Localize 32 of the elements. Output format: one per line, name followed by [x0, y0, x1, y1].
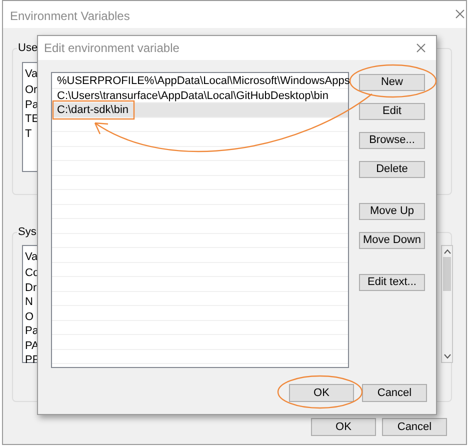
- close-icon[interactable]: [416, 43, 426, 53]
- variable-name[interactable]: Dr: [25, 280, 40, 295]
- variable-name[interactable]: T: [25, 126, 40, 141]
- dialog-button[interactable]: OK: [311, 418, 376, 436]
- close-icon[interactable]: [455, 9, 465, 19]
- side-button[interactable]: Edit text...: [359, 274, 425, 291]
- group-label: Use: [17, 43, 39, 54]
- dialog-button[interactable]: Cancel: [362, 384, 427, 402]
- side-button[interactable]: Edit: [359, 103, 425, 120]
- side-button[interactable]: Move Up: [359, 203, 425, 220]
- side-button[interactable]: Move Down: [359, 232, 425, 249]
- side-button[interactable]: New: [359, 74, 425, 91]
- column-header: Va: [25, 67, 39, 82]
- path-list[interactable]: %USERPROFILE%\AppData\Local\Microsoft\WindowsApps C:\Users\transurface\AppData\Local\GitHubDesktop\bin C:\dart-sdk\bin: [51, 72, 349, 368]
- path-entry[interactable]: C:\Users\transurface\AppData\Local\GitHubDesktop\bin: [52, 88, 348, 103]
- variable-name[interactable]: O: [25, 310, 40, 324]
- window-title: Environment Variables: [10, 8, 130, 25]
- scroll-thumb[interactable]: [443, 257, 451, 291]
- side-button[interactable]: Browse...: [359, 132, 425, 149]
- scroll-down-icon[interactable]: [444, 354, 450, 359]
- variable-name[interactable]: N: [25, 295, 40, 310]
- dialog-button[interactable]: Cancel: [382, 418, 447, 436]
- side-button[interactable]: Delete: [359, 161, 425, 178]
- scrollbar[interactable]: [441, 245, 453, 363]
- group-label: Sys: [17, 227, 38, 238]
- path-entry[interactable]: C:\dart-sdk\bin: [52, 103, 348, 118]
- dialog-title: Edit environment variable: [44, 40, 180, 57]
- scroll-up-icon[interactable]: [444, 249, 450, 254]
- variable-name[interactable]: Or: [25, 83, 40, 98]
- dialog-button[interactable]: OK: [289, 384, 354, 402]
- column-header: Va: [25, 250, 39, 265]
- path-entry[interactable]: %USERPROFILE%\AppData\Local\Microsoft\WindowsApps: [52, 74, 348, 88]
